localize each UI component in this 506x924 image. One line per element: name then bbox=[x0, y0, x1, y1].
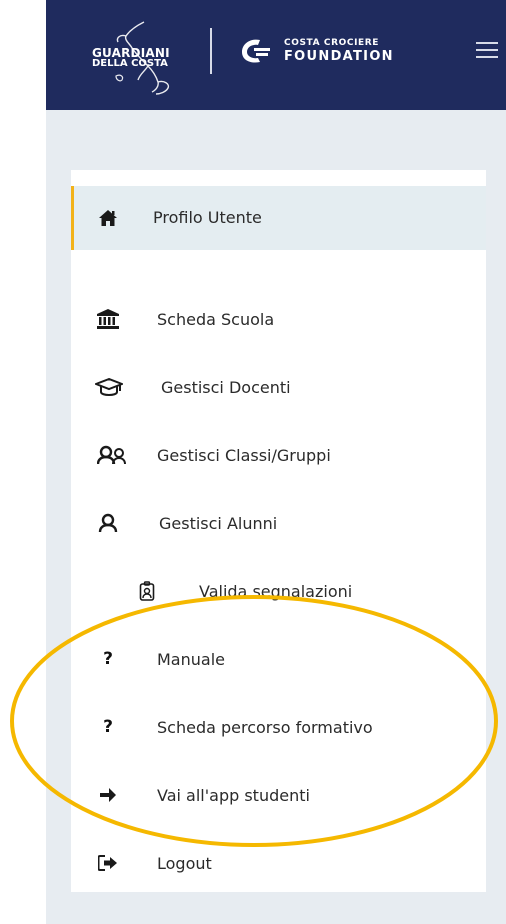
menu-item-logout[interactable]: Logout bbox=[71, 834, 486, 894]
question-icon: ? bbox=[103, 717, 113, 737]
menu-item-manuale[interactable]: ? Manuale bbox=[71, 630, 486, 690]
hamburger-line bbox=[476, 49, 498, 51]
menu-item-label: Scheda Scuola bbox=[157, 310, 275, 329]
question-icon: ? bbox=[103, 649, 113, 669]
active-indicator bbox=[71, 186, 74, 250]
graduation-cap-icon bbox=[95, 376, 123, 398]
top-header: GUARDIANI DELLA COSTA COSTA CROCIERE FOU… bbox=[46, 0, 506, 110]
menu-item-scheda-scuola[interactable]: Scheda Scuola bbox=[71, 290, 486, 350]
menu-item-gestisci-docenti[interactable]: Gestisci Docenti bbox=[71, 358, 486, 418]
hamburger-menu-button[interactable] bbox=[476, 42, 498, 59]
header-divider bbox=[210, 28, 212, 74]
hamburger-line bbox=[476, 42, 498, 44]
badge-icon bbox=[136, 580, 158, 602]
menu-item-gestisci-classi-gruppi[interactable]: Gestisci Classi/Gruppi bbox=[71, 426, 486, 486]
menu-item-label: Gestisci Classi/Gruppi bbox=[157, 446, 331, 465]
sidebar-menu: Profilo Utente Scheda Scuola Gestisci Do… bbox=[71, 170, 486, 892]
menu-item-valida-segnalazioni[interactable]: Valida segnalazioni bbox=[71, 562, 486, 622]
foundation-name-line2: FOUNDATION bbox=[284, 49, 394, 64]
costa-crociere-foundation-logo[interactable]: COSTA CROCIERE FOUNDATION bbox=[236, 36, 393, 66]
menu-item-profilo-utente[interactable]: Profilo Utente bbox=[71, 186, 486, 250]
arrow-right-icon bbox=[97, 784, 119, 806]
institution-icon bbox=[97, 308, 119, 330]
home-icon bbox=[97, 207, 119, 229]
menu-item-scheda-percorso-formativo[interactable]: ? Scheda percorso formativo bbox=[71, 698, 486, 758]
menu-item-vai-app-studenti[interactable]: Vai all'app studenti bbox=[71, 766, 486, 826]
foundation-name-line1: COSTA CROCIERE bbox=[284, 38, 380, 48]
menu-item-label: Logout bbox=[157, 854, 212, 873]
menu-item-label: Vai all'app studenti bbox=[157, 786, 310, 805]
menu-item-label: Scheda percorso formativo bbox=[157, 718, 373, 737]
menu-item-label: Profilo Utente bbox=[153, 208, 262, 227]
logout-icon bbox=[97, 852, 119, 874]
menu-item-label: Gestisci Docenti bbox=[161, 378, 291, 397]
menu-item-label: Manuale bbox=[157, 650, 225, 669]
user-icon bbox=[97, 512, 119, 534]
users-icon bbox=[97, 444, 127, 466]
menu-item-label: Gestisci Alunni bbox=[159, 514, 278, 533]
menu-item-label: Valida segnalazioni bbox=[199, 582, 353, 601]
logo-title-line2: DELLA COSTA bbox=[92, 58, 168, 69]
menu-item-gestisci-alunni[interactable]: Gestisci Alunni bbox=[71, 494, 486, 554]
hamburger-line bbox=[476, 56, 498, 58]
guardiani-della-costa-logo[interactable]: GUARDIANI DELLA COSTA bbox=[86, 18, 196, 98]
costa-c-logo-icon bbox=[242, 39, 270, 63]
